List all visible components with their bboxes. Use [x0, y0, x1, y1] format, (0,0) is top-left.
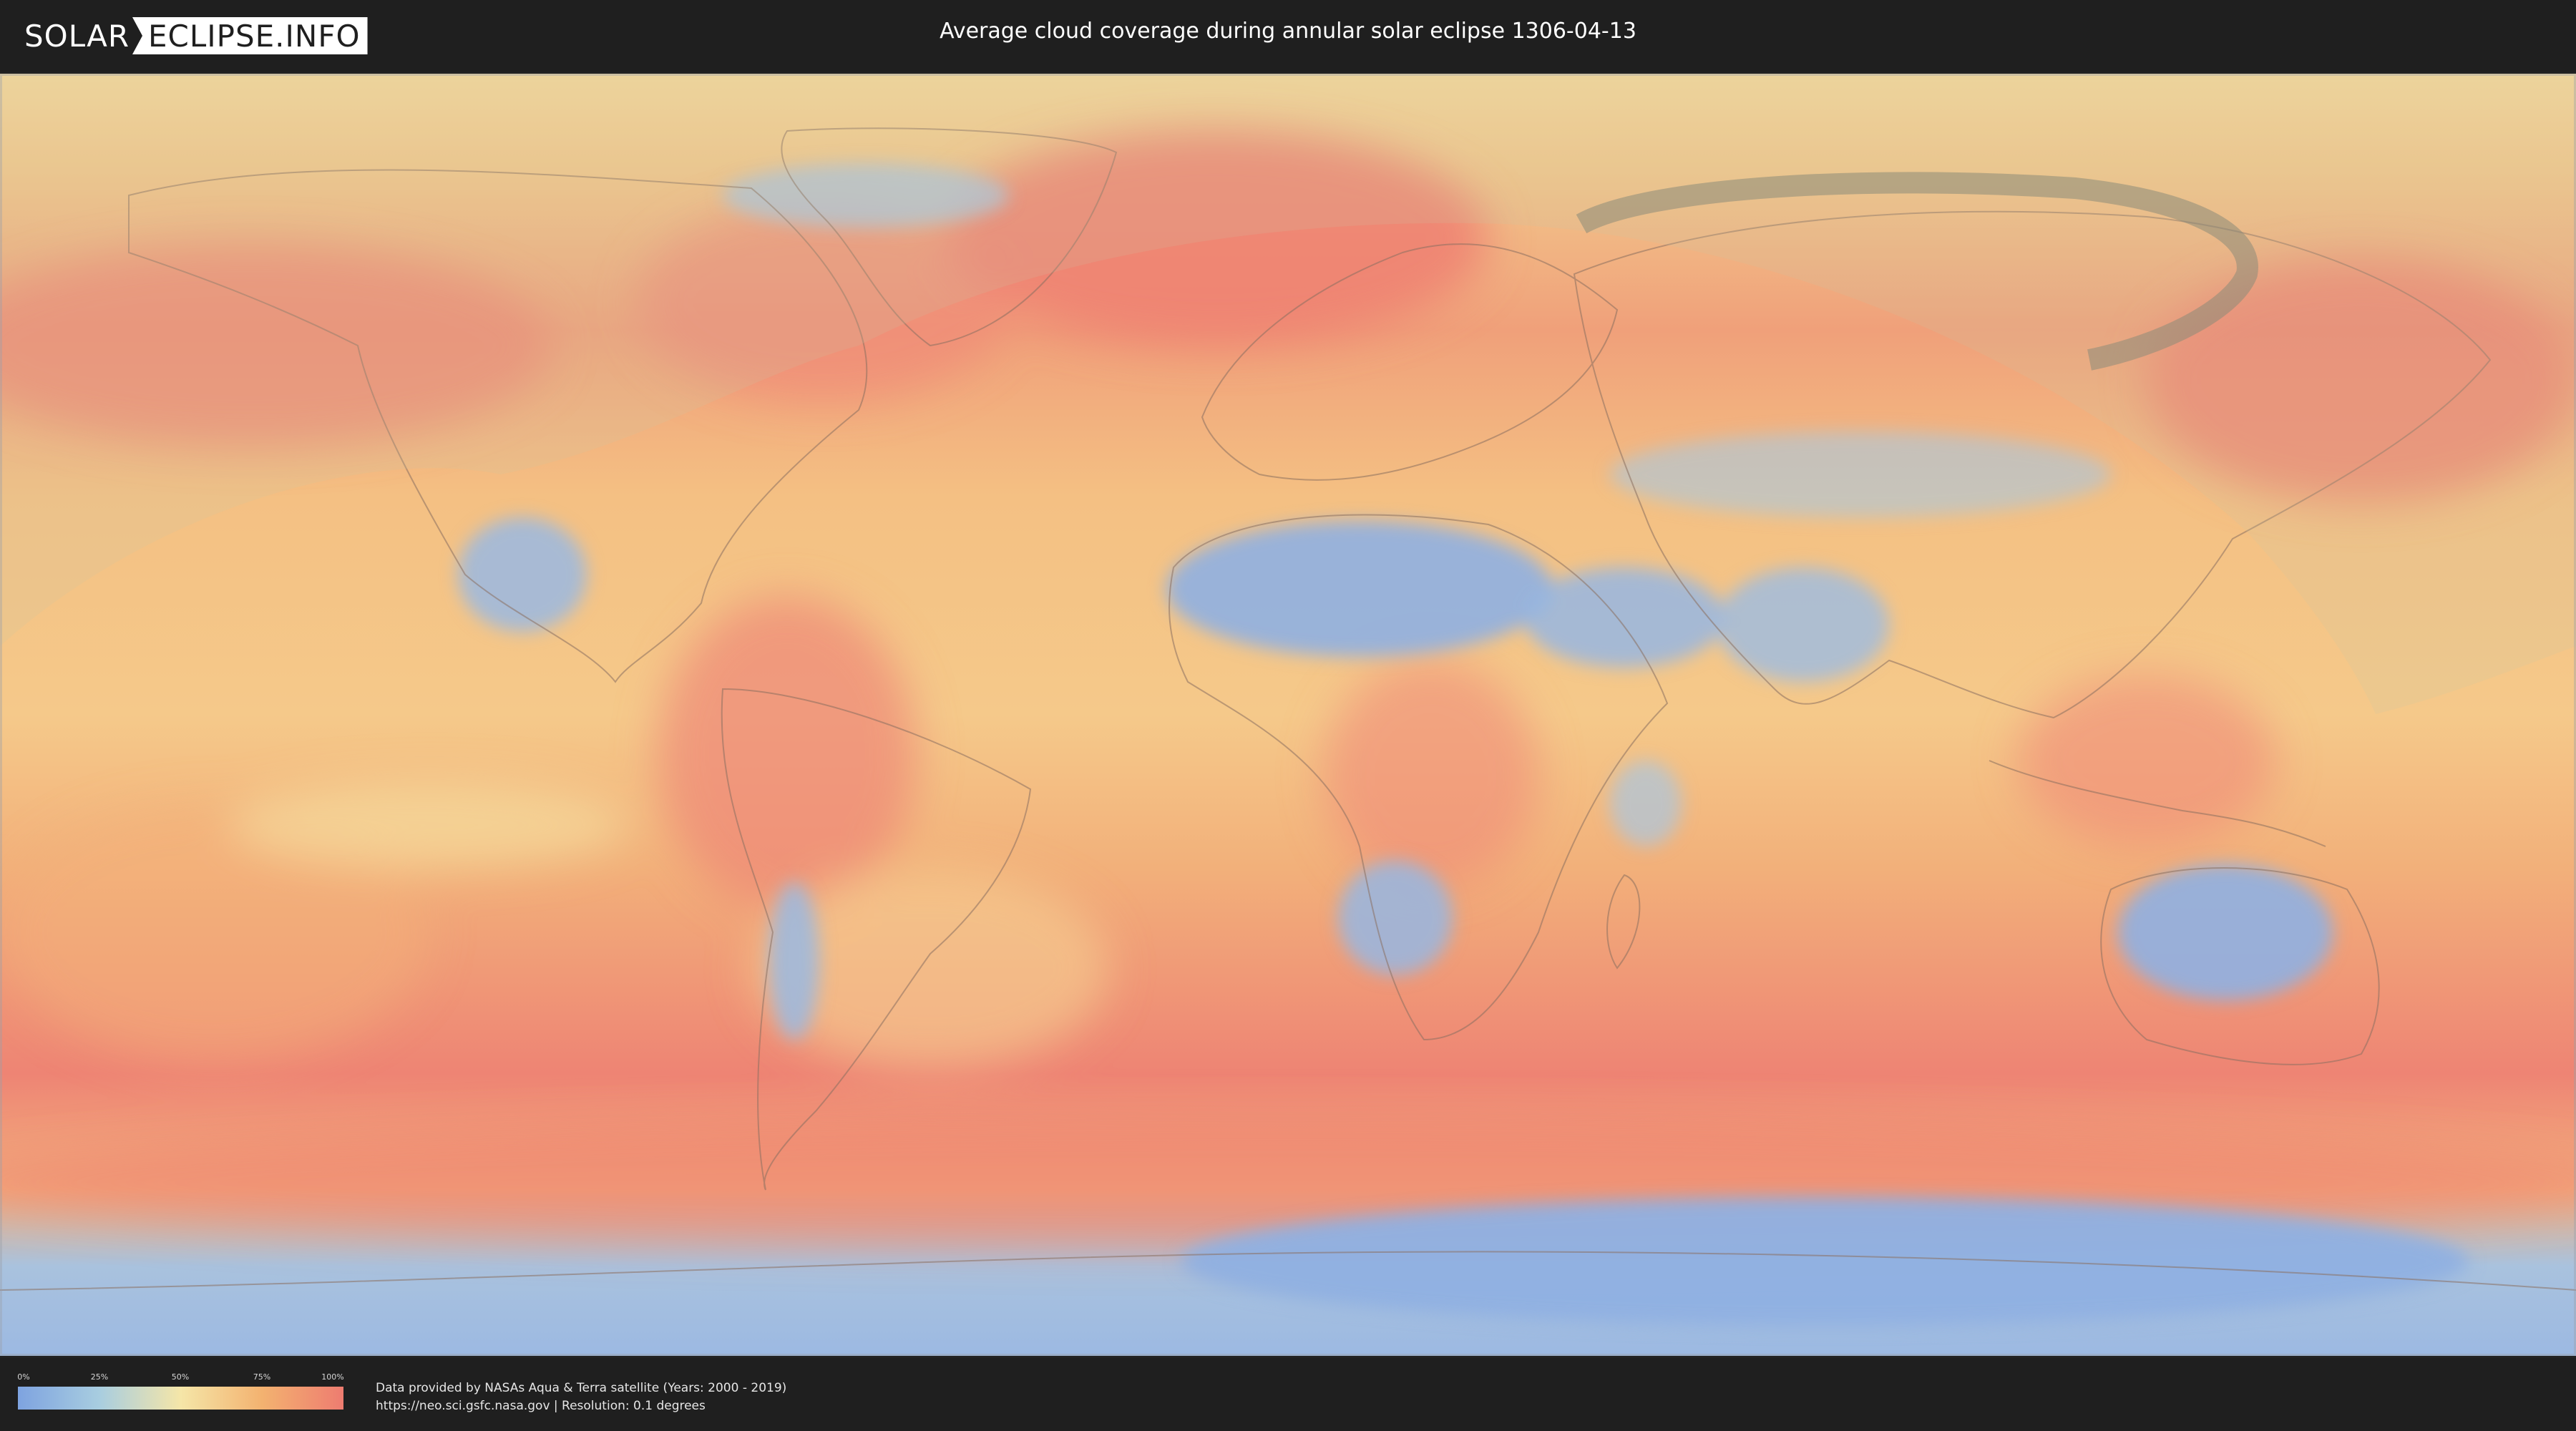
- cloud-coverage-legend: 0% 25% 50% 75% 100%: [17, 1372, 344, 1410]
- credit-line-source: Data provided by NASAs Aqua & Terra sate…: [376, 1381, 787, 1395]
- legend-ticks: 0% 25% 50% 75% 100%: [17, 1372, 344, 1384]
- credit-line-url[interactable]: https://neo.sci.gsfc.nasa.gov | Resoluti…: [376, 1397, 786, 1415]
- legend-tick: 50%: [171, 1372, 190, 1382]
- legend-tick: 25%: [90, 1372, 109, 1382]
- world-map-svg: [0, 74, 2576, 1356]
- legend-tick: 75%: [253, 1372, 271, 1382]
- page-title: Average cloud coverage during annular so…: [940, 19, 1636, 44]
- header-bar: SOLAR ECLIPSE.INFO Average cloud coverag…: [0, 0, 2576, 72]
- data-credits: Data provided by NASAs Aqua & Terra sate…: [376, 1379, 786, 1415]
- legend-color-scale: [18, 1387, 343, 1410]
- footer-bar: 0% 25% 50% 75% 100% Data provided by NAS…: [0, 1358, 2576, 1431]
- cloud-coverage-map: [0, 74, 2576, 1356]
- legend-tick: 0%: [17, 1372, 30, 1382]
- legend-tick: 100%: [321, 1372, 344, 1382]
